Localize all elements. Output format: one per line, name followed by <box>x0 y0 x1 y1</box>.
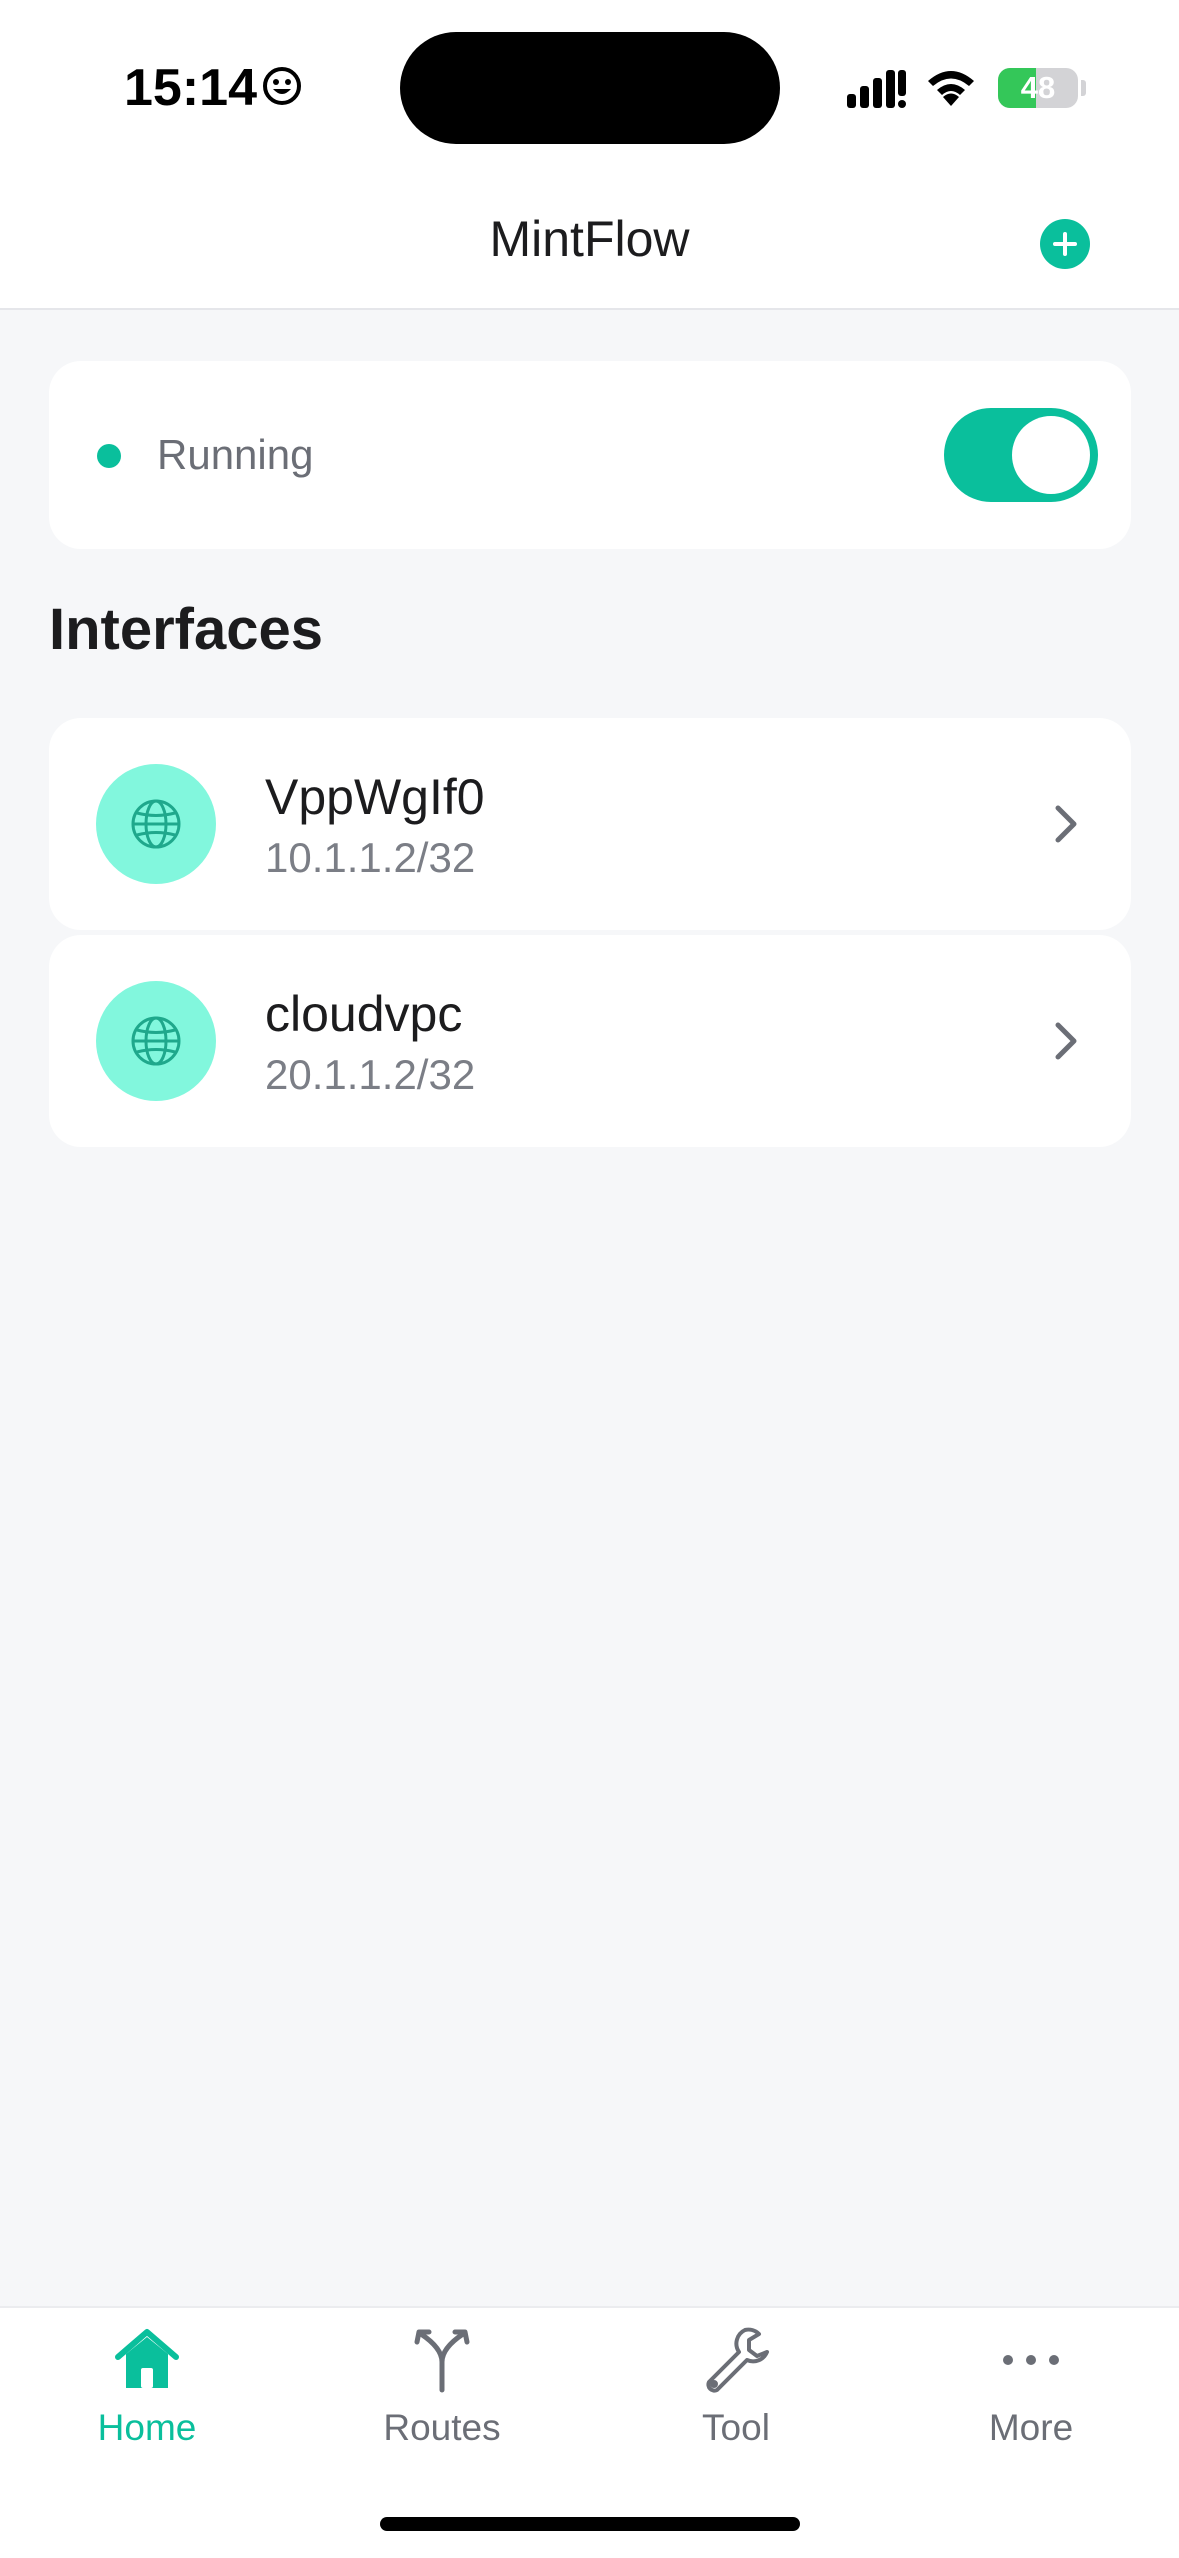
plus-icon <box>1053 232 1077 256</box>
tab-label: Tool <box>702 2407 770 2448</box>
status-bar: 15:14 48 <box>0 0 1179 170</box>
tab-routes[interactable]: Routes <box>295 2308 589 2458</box>
service-status-card: Running <box>49 361 1131 549</box>
smiley-icon <box>263 67 301 105</box>
status-time: 15:14 <box>124 59 257 117</box>
chevron-right-icon <box>1055 1022 1077 1060</box>
interface-row[interactable]: cloudvpc 20.1.1.2/32 <box>49 935 1131 1147</box>
battery-percent: 48 <box>1020 70 1056 105</box>
battery-cap <box>1081 80 1086 96</box>
interface-address: 20.1.1.2/32 <box>265 1051 476 1098</box>
tab-label: Home <box>97 2407 197 2448</box>
service-toggle[interactable] <box>944 408 1098 502</box>
tab-home[interactable]: Home <box>0 2308 294 2458</box>
interface-row[interactable]: VppWgIf0 10.1.1.2/32 <box>49 718 1131 930</box>
interface-name: VppWgIf0 <box>265 769 485 825</box>
interface-name: cloudvpc <box>265 986 463 1042</box>
interface-avatar <box>96 981 216 1101</box>
more-icon <box>1003 2355 1059 2365</box>
tab-more[interactable]: More <box>884 2308 1178 2458</box>
wrench-icon <box>706 2327 769 2393</box>
interfaces-heading: Interfaces <box>49 597 324 662</box>
battery-indicator: 48 <box>998 68 1078 108</box>
globe-icon <box>131 799 181 849</box>
status-dot <box>97 444 121 468</box>
home-indicator <box>380 2517 800 2531</box>
chevron-right-icon <box>1055 805 1077 843</box>
toggle-knob <box>1012 416 1090 494</box>
routes-icon <box>414 2329 470 2393</box>
wifi-icon <box>928 71 974 106</box>
home-icon <box>115 2329 179 2388</box>
add-button[interactable] <box>1040 219 1090 269</box>
page-title: MintFlow <box>489 211 690 267</box>
globe-icon <box>131 1016 181 1066</box>
status-label: Running <box>157 431 314 478</box>
cellular-signal-icon <box>847 70 906 108</box>
tab-label: Routes <box>383 2407 501 2448</box>
interface-avatar <box>96 764 216 884</box>
tab-label: More <box>988 2407 1074 2448</box>
interface-address: 10.1.1.2/32 <box>265 834 476 881</box>
nav-header: MintFlow <box>0 170 1179 310</box>
dynamic-island <box>400 32 780 144</box>
tab-tool[interactable]: Tool <box>589 2308 883 2458</box>
